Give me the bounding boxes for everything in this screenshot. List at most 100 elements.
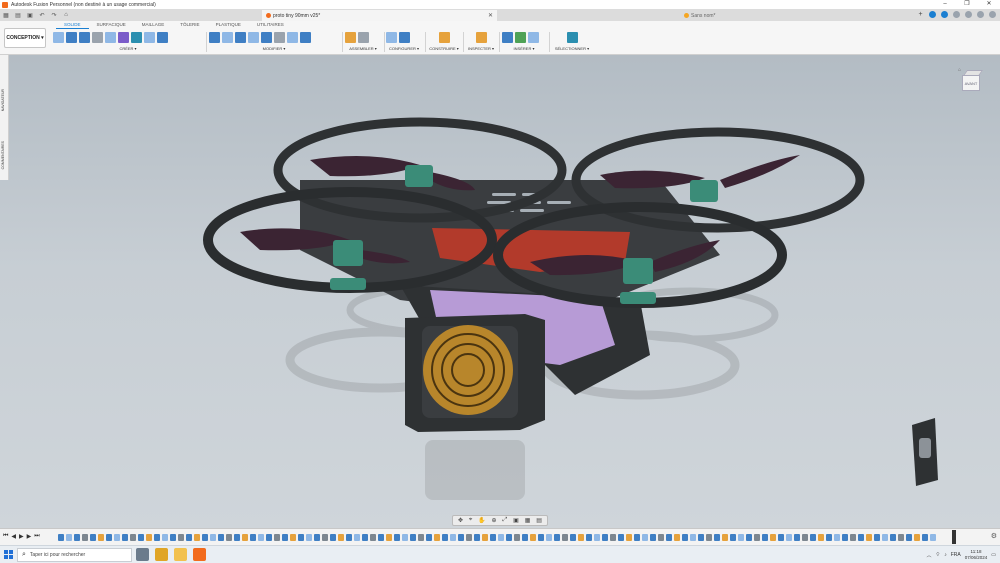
timeline-feature-icon[interactable] <box>666 534 672 541</box>
insert-mcmaster-icon[interactable] <box>515 32 526 43</box>
timeline-feature-icon[interactable] <box>626 534 632 541</box>
timeline-feature-icon[interactable] <box>914 534 920 541</box>
group-inspect-label[interactable]: INSPECTER ▾ <box>466 46 496 51</box>
timeline-feature-icon[interactable] <box>330 534 336 541</box>
timeline-feature-icon[interactable] <box>402 534 408 541</box>
timeline-feature-icon[interactable] <box>722 534 728 541</box>
timeline-feature-icon[interactable] <box>58 534 64 541</box>
timeline-feature-icon[interactable] <box>474 534 480 541</box>
timeline-feature-icon[interactable] <box>466 534 472 541</box>
timeline-feature-icon[interactable] <box>138 534 144 541</box>
joint-icon[interactable] <box>358 32 369 43</box>
timeline-feature-icon[interactable] <box>130 534 136 541</box>
timeline-feature-icon[interactable] <box>522 534 528 541</box>
timeline-feature-icon[interactable] <box>106 534 112 541</box>
timeline-feature-icon[interactable] <box>882 534 888 541</box>
timeline-feature-icon[interactable] <box>306 534 312 541</box>
timeline-feature-icon[interactable] <box>690 534 696 541</box>
zoom-icon[interactable]: ⊕ <box>492 517 497 524</box>
timeline-feature-icon[interactable] <box>210 534 216 541</box>
timeline-feature-icon[interactable] <box>362 534 368 541</box>
tab-plastic[interactable]: PLASTIQUE <box>208 22 249 29</box>
timeline-feature-icon[interactable] <box>858 534 864 541</box>
undo-icon[interactable]: ↶ <box>38 12 46 19</box>
timeline-feature-icon[interactable] <box>754 534 760 541</box>
timeline-feature-icon[interactable] <box>410 534 416 541</box>
timeline-feature-icon[interactable] <box>242 534 248 541</box>
tab-surface[interactable]: SURFACIQUE <box>89 22 134 29</box>
timeline-feature-icon[interactable] <box>674 534 680 541</box>
chamfer-icon[interactable] <box>235 32 246 43</box>
create-sketch-icon[interactable] <box>53 32 64 43</box>
timeline-feature-icon[interactable] <box>66 534 72 541</box>
timeline-feature-icon[interactable] <box>258 534 264 541</box>
timeline-feature-icon[interactable] <box>682 534 688 541</box>
group-modify-label[interactable]: MODIFIER ▾ <box>209 46 339 51</box>
timeline-feature-icon[interactable] <box>610 534 616 541</box>
profile-icon[interactable] <box>989 11 996 18</box>
display-settings-icon[interactable]: ▣ <box>513 517 519 524</box>
pan-icon[interactable]: ✋ <box>478 517 485 524</box>
fusion-taskbar-icon[interactable] <box>193 548 206 561</box>
tab-utilities[interactable]: UTILITAIRES <box>249 22 292 29</box>
loose-bracket-part[interactable] <box>912 418 938 486</box>
measure-icon[interactable] <box>475 32 487 43</box>
timeline-feature-icon[interactable] <box>338 534 344 541</box>
task-view-icon[interactable] <box>136 548 149 561</box>
extensions-icon[interactable] <box>929 11 936 18</box>
timeline-feature-icon[interactable] <box>922 534 928 541</box>
look-at-icon[interactable]: ⌖ <box>469 517 472 524</box>
minimize-button[interactable]: – <box>934 0 956 9</box>
timeline-feature-icon[interactable] <box>906 534 912 541</box>
timeline-feature-icon[interactable] <box>266 534 272 541</box>
offset-plane-icon[interactable] <box>438 32 450 43</box>
timeline-feature-icon[interactable] <box>450 534 456 541</box>
select-icon[interactable] <box>566 32 578 43</box>
fillet-icon[interactable] <box>222 32 233 43</box>
timeline-feature-icon[interactable] <box>802 534 808 541</box>
group-construct-label[interactable]: CONSTRUIRE ▾ <box>428 46 460 51</box>
timeline-feature-icon[interactable] <box>834 534 840 541</box>
grid-settings-icon[interactable]: ▦ <box>525 517 531 524</box>
timeline-feature-icon[interactable] <box>178 534 184 541</box>
file-menu-icon[interactable]: ▤ <box>14 12 22 19</box>
timeline-feature-icon[interactable] <box>658 534 664 541</box>
notifications-icon[interactable] <box>965 11 972 18</box>
combine-icon[interactable] <box>261 32 272 43</box>
language-indicator[interactable]: FRA <box>951 552 961 558</box>
timeline-feature-icon[interactable] <box>234 534 240 541</box>
group-assemble-label[interactable]: ASSEMBLER ▾ <box>345 46 381 51</box>
timeline-feature-icon[interactable] <box>562 534 568 541</box>
start-icon[interactable] <box>4 550 13 559</box>
timeline-feature-icon[interactable] <box>482 534 488 541</box>
new-tab-icon[interactable]: + <box>917 11 924 18</box>
file-explorer-icon[interactable] <box>174 548 187 561</box>
timeline-feature-icon[interactable] <box>578 534 584 541</box>
fit-icon[interactable]: ⤢ <box>502 517 507 524</box>
group-configure-label[interactable]: CONFIGURER ▾ <box>386 46 422 51</box>
timeline-feature-icon[interactable] <box>898 534 904 541</box>
maximize-button[interactable]: ❐ <box>956 0 978 9</box>
close-tab-icon[interactable]: ✕ <box>488 12 493 19</box>
timeline-feature-icon[interactable] <box>114 534 120 541</box>
timeline-feature-icon[interactable] <box>706 534 712 541</box>
orbit-icon[interactable]: ✥ <box>458 517 463 524</box>
timeline-feature-icon[interactable] <box>226 534 232 541</box>
configure-table-icon[interactable] <box>399 32 410 43</box>
timeline-feature-icon[interactable] <box>762 534 768 541</box>
timeline-feature-icon[interactable] <box>82 534 88 541</box>
go-to-start-icon[interactable]: ⏮ <box>3 533 8 540</box>
timeline-feature-icon[interactable] <box>650 534 656 541</box>
timeline-feature-icon[interactable] <box>378 534 384 541</box>
parameters-icon[interactable] <box>386 32 397 43</box>
timeline-feature-icon[interactable] <box>370 534 376 541</box>
timeline-feature-icon[interactable] <box>810 534 816 541</box>
timeline-feature-icon[interactable] <box>386 534 392 541</box>
timeline-feature-icon[interactable] <box>98 534 104 541</box>
timeline-feature-icon[interactable] <box>634 534 640 541</box>
timeline-features[interactable] <box>58 534 948 541</box>
hole-icon[interactable] <box>92 32 103 43</box>
timeline-feature-icon[interactable] <box>730 534 736 541</box>
sync-icon[interactable] <box>941 11 948 18</box>
revolve-icon[interactable] <box>79 32 90 43</box>
